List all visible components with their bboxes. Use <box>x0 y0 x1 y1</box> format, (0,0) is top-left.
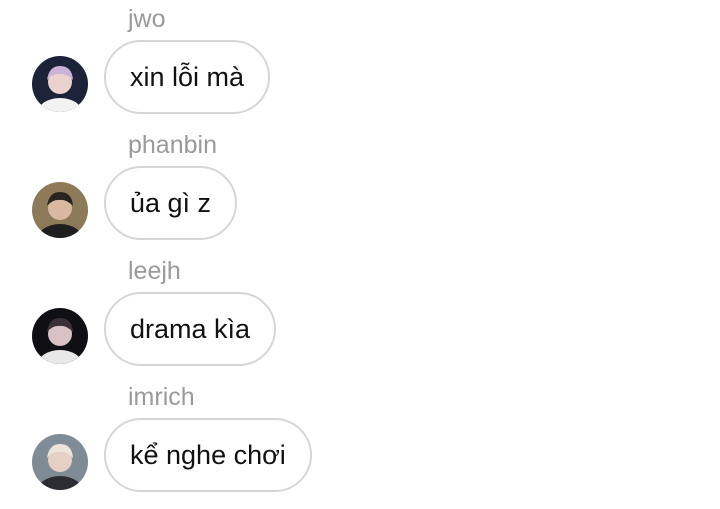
avatar-image <box>32 434 88 490</box>
message-row: phanbin ủa gì z <box>0 130 720 256</box>
message-text: xin lỗi mà <box>130 61 245 92</box>
sender-name: leejh <box>128 257 181 285</box>
avatar[interactable] <box>32 434 88 490</box>
message-bubble[interactable]: drama kìa <box>104 292 277 366</box>
avatar-image <box>32 56 88 112</box>
avatar-image <box>32 308 88 364</box>
avatar[interactable] <box>32 308 88 364</box>
avatar[interactable] <box>32 182 88 238</box>
message-text: drama kìa <box>130 313 251 344</box>
message-row: jwo xin lỗi mà <box>0 4 720 130</box>
message-text: kể nghe chơi <box>130 439 286 470</box>
message-bubble[interactable]: kể nghe chơi <box>104 418 312 492</box>
message-bubble[interactable]: ủa gì z <box>104 166 238 240</box>
sender-name: jwo <box>128 5 166 33</box>
message-bubble[interactable]: xin lỗi mà <box>104 40 271 114</box>
sender-name: phanbin <box>128 131 217 159</box>
sender-name: imrich <box>128 383 195 411</box>
message-row: imrich kể nghe chơi <box>0 382 720 508</box>
avatar-image <box>32 182 88 238</box>
avatar[interactable] <box>32 56 88 112</box>
message-row: leejh drama kìa <box>0 256 720 382</box>
message-text: ủa gì z <box>130 187 212 218</box>
